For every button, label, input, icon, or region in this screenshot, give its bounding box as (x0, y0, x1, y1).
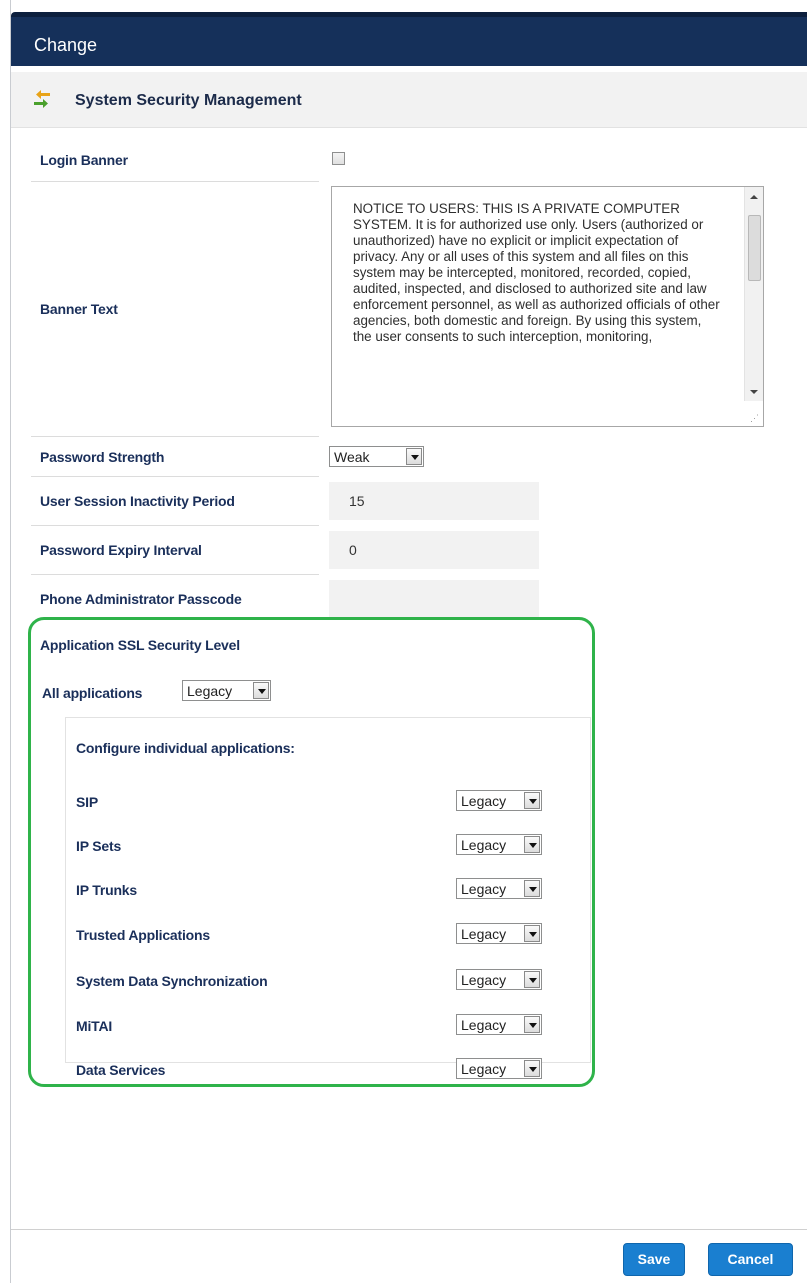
session-inactivity-label: User Session Inactivity Period (40, 493, 235, 509)
app-label-system-data-sync: System Data Synchronization (76, 973, 268, 989)
chevron-down-icon[interactable] (406, 448, 422, 465)
save-button[interactable]: Save (623, 1243, 685, 1276)
app-select-trusted-applications[interactable]: Legacy (456, 923, 542, 944)
scroll-down-icon[interactable] (750, 390, 758, 394)
dialog-title: Change (34, 35, 98, 55)
app-label-ip-sets: IP Sets (76, 838, 122, 854)
divider (31, 436, 319, 437)
app-select-data-services[interactable]: Legacy (456, 1058, 542, 1079)
divider (31, 181, 319, 182)
banner-text-scrollbar[interactable] (744, 187, 763, 401)
app-select-ip-sets[interactable]: Legacy (456, 834, 542, 855)
dialog-title-bar: Change (11, 12, 807, 66)
banner-text-area[interactable]: NOTICE TO USERS: THIS IS A PRIVATE COMPU… (331, 186, 764, 427)
app-select-value: Legacy (461, 881, 507, 897)
password-strength-label: Password Strength (40, 449, 165, 465)
password-expiry-field[interactable]: 0 (329, 531, 539, 569)
all-applications-value: Legacy (187, 683, 233, 699)
chevron-down-icon[interactable] (524, 792, 540, 809)
divider (31, 525, 319, 526)
change-dialog: Change System Security Management Login … (10, 0, 807, 1283)
all-applications-label: All applications (42, 685, 143, 701)
app-select-system-data-sync[interactable]: Legacy (456, 969, 542, 990)
section-title: System Security Management (75, 92, 302, 109)
app-label-data-services: Data Services (76, 1062, 166, 1078)
app-select-mitai[interactable]: Legacy (456, 1014, 542, 1035)
app-select-sip[interactable]: Legacy (456, 790, 542, 811)
chevron-down-icon[interactable] (524, 1016, 540, 1033)
app-select-value: Legacy (461, 837, 507, 853)
app-label-ip-trunks: IP Trunks (76, 882, 137, 898)
password-expiry-label: Password Expiry Interval (40, 542, 202, 558)
phone-admin-passcode-field[interactable] (329, 580, 539, 618)
cancel-button[interactable]: Cancel (708, 1243, 793, 1276)
app-select-value: Legacy (461, 1017, 507, 1033)
app-label-trusted-applications: Trusted Applications (76, 927, 210, 943)
resize-grip-icon[interactable]: ⋰ (750, 413, 760, 423)
divider (31, 574, 319, 575)
app-select-value: Legacy (461, 972, 507, 988)
app-select-value: Legacy (461, 926, 507, 942)
scroll-up-icon[interactable] (750, 195, 758, 199)
app-label-mitai: MiTAI (76, 1018, 113, 1034)
configure-applications-heading: Configure individual applications: (76, 740, 295, 756)
password-strength-select[interactable]: Weak (329, 446, 424, 467)
footer-divider (11, 1229, 807, 1230)
phone-admin-passcode-label: Phone Administrator Passcode (40, 591, 242, 607)
chevron-down-icon[interactable] (524, 971, 540, 988)
scroll-thumb[interactable] (748, 215, 761, 281)
chevron-down-icon[interactable] (524, 925, 540, 942)
section-header: System Security Management (11, 72, 807, 128)
app-label-sip: SIP (76, 794, 98, 810)
arrows-icon (34, 90, 50, 108)
banner-text-content: NOTICE TO USERS: THIS IS A PRIVATE COMPU… (353, 201, 720, 344)
app-select-ip-trunks[interactable]: Legacy (456, 878, 542, 899)
login-banner-checkbox[interactable] (332, 152, 345, 165)
chevron-down-icon[interactable] (524, 880, 540, 897)
password-expiry-value: 0 (349, 542, 357, 558)
app-select-value: Legacy (461, 1061, 507, 1077)
all-applications-select[interactable]: Legacy (182, 680, 271, 701)
password-strength-value: Weak (334, 449, 370, 465)
session-inactivity-value: 15 (349, 493, 365, 509)
divider (31, 476, 319, 477)
app-select-value: Legacy (461, 793, 507, 809)
chevron-down-icon[interactable] (524, 836, 540, 853)
login-banner-label: Login Banner (40, 152, 128, 168)
ssl-security-level-label: Application SSL Security Level (40, 637, 240, 653)
chevron-down-icon[interactable] (253, 682, 269, 699)
chevron-down-icon[interactable] (524, 1060, 540, 1077)
banner-text-label: Banner Text (40, 301, 118, 317)
session-inactivity-field[interactable]: 15 (329, 482, 539, 520)
